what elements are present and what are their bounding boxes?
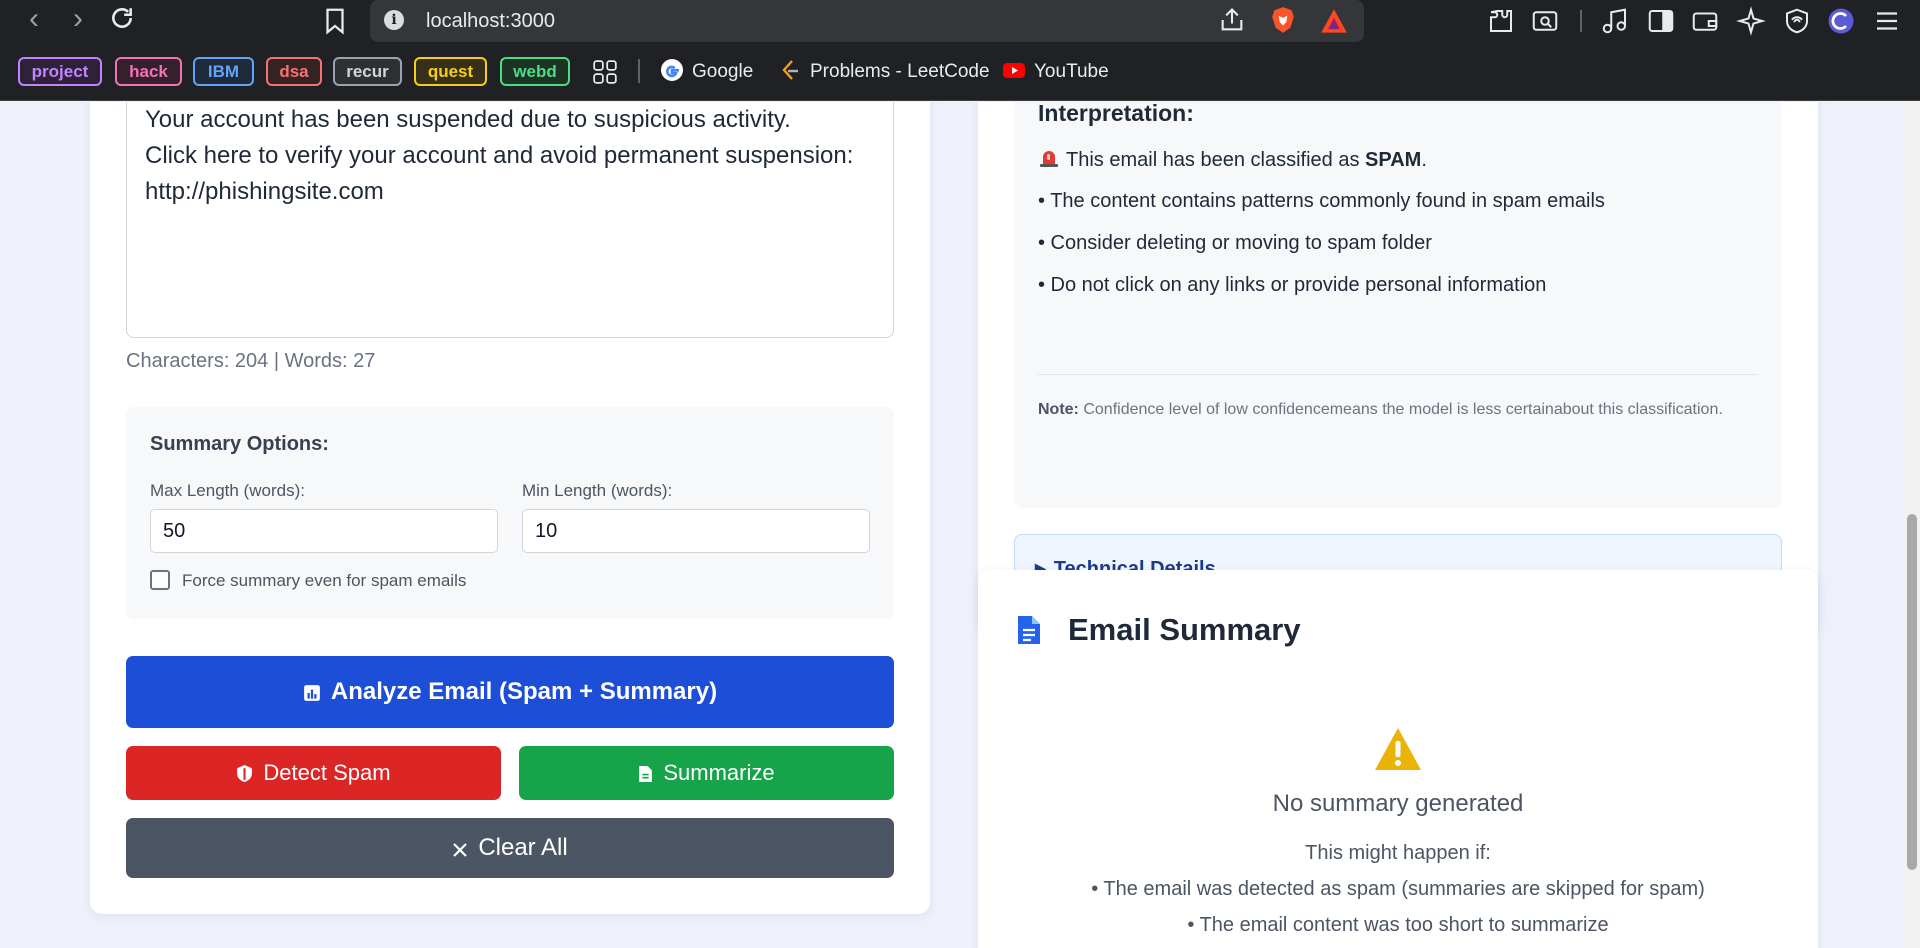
site-info-icon[interactable]: i	[384, 10, 404, 30]
forward-icon[interactable]: ›	[62, 4, 94, 36]
shield-icon	[236, 749, 253, 803]
document-icon	[1016, 614, 1042, 646]
summary-options-title: Summary Options:	[150, 433, 329, 455]
classification-suffix: .	[1421, 149, 1427, 171]
note-label: Note:	[1038, 401, 1079, 418]
share-icon[interactable]	[1218, 6, 1248, 36]
vpn-shield-icon[interactable]	[1782, 6, 1812, 36]
leetcode-icon	[778, 58, 802, 82]
scrollbar-thumb[interactable]	[1907, 514, 1917, 870]
email-summary-title: Email Summary	[1068, 612, 1301, 647]
summarize-label: Summarize	[663, 760, 775, 785]
confidence-note: Note: Confidence level of low confidence…	[1038, 398, 1738, 422]
toolbar-divider	[1580, 10, 1582, 32]
chart-icon	[303, 659, 321, 731]
interpretation-title: Interpretation:	[1038, 102, 1194, 126]
bookmarks-bar: project hack IBM dsa recur quest webd Go…	[0, 42, 1920, 101]
wallet-icon[interactable]	[1690, 6, 1720, 36]
siren-icon	[1038, 148, 1060, 174]
address-bar[interactable]: i localhost:3000	[370, 0, 1364, 42]
warning-icon	[1373, 726, 1423, 772]
profile-icon[interactable]	[1826, 6, 1856, 36]
page-content: Your account has been suspended due to s…	[0, 102, 1920, 948]
no-summary-reason: • The email was detected as spam (summar…	[1091, 878, 1705, 900]
menu-icon[interactable]	[1872, 6, 1902, 36]
no-summary-heading: No summary generated	[1272, 790, 1524, 817]
force-summary-checkbox[interactable]	[150, 570, 170, 590]
character-word-counter: Characters: 204 | Words: 27	[126, 350, 376, 372]
youtube-icon	[1002, 58, 1026, 82]
classification-value: SPAM	[1365, 149, 1422, 171]
detect-spam-label: Detect Spam	[263, 760, 391, 785]
url-text[interactable]: localhost:3000	[426, 10, 555, 33]
browser-toolbar: ‹ › i localhost:3000	[0, 0, 1920, 42]
no-summary-reason: • The email content was too short to sum…	[1187, 914, 1609, 936]
analyze-email-label: Analyze Email (Spam + Summary)	[330, 678, 718, 705]
bookmark-google[interactable]: Google	[660, 58, 753, 86]
email-line: Click here to verify your account and av…	[145, 142, 854, 169]
min-length-input[interactable]	[522, 509, 870, 553]
interpretation-bullet: • Do not click on any links or provide p…	[1038, 274, 1547, 296]
email-textarea[interactable]: Your account has been suspended due to s…	[126, 102, 894, 338]
bookmark-tag-hack[interactable]: hack	[115, 57, 182, 86]
analyze-email-button[interactable]: Analyze Email (Spam + Summary)	[126, 656, 894, 728]
google-icon	[660, 58, 684, 82]
email-line: http://phishingsite.com	[145, 178, 384, 205]
clear-all-label: Clear All	[478, 834, 568, 861]
bookmark-divider	[638, 59, 640, 83]
brave-rewards-icon[interactable]	[1320, 8, 1348, 34]
classification-prefix: This email has been classified as	[1066, 149, 1360, 171]
email-line: Your account has been suspended due to s…	[145, 106, 791, 133]
back-icon[interactable]: ‹	[18, 4, 50, 36]
page-scrollbar[interactable]	[1904, 102, 1920, 948]
bookmark-tag-project[interactable]: project	[18, 57, 102, 86]
email-input-card: Your account has been suspended due to s…	[90, 102, 930, 914]
interpretation-panel: Interpretation: This email has been clas…	[1014, 102, 1782, 508]
bookmark-leetcode[interactable]: Problems - LeetCode	[778, 58, 990, 86]
bookmark-tag-ibm[interactable]: IBM	[193, 57, 254, 86]
no-summary-intro: This might happen if:	[1305, 842, 1491, 864]
max-length-input[interactable]	[150, 509, 498, 553]
bookmark-google-label: Google	[692, 61, 754, 82]
search-tabs-icon[interactable]	[1530, 6, 1560, 36]
media-icon[interactable]	[1600, 6, 1630, 36]
close-icon	[452, 821, 468, 881]
classification-line: This email has been classified as SPAM.	[1038, 148, 1427, 174]
detect-spam-button[interactable]: Detect Spam	[126, 746, 501, 800]
min-length-label: Min Length (words):	[522, 481, 673, 500]
interpretation-bullet: • Consider deleting or moving to spam fo…	[1038, 232, 1432, 254]
spam-result-card: Interpretation: This email has been clas…	[978, 102, 1818, 634]
email-summary-card: Email Summary No summary generated This …	[978, 570, 1818, 948]
note-text: Confidence level of low confidencemeans …	[1083, 401, 1723, 418]
clear-all-button[interactable]: Clear All	[126, 818, 894, 878]
bookmark-page-icon[interactable]	[320, 6, 350, 36]
bookmark-tag-dsa[interactable]: dsa	[266, 57, 322, 86]
apps-grid-icon[interactable]	[592, 59, 618, 85]
summarize-button[interactable]: Summarize	[519, 746, 894, 800]
interpretation-bullet: • The content contains patterns commonly…	[1038, 190, 1605, 212]
max-length-label: Max Length (words):	[150, 481, 305, 500]
bookmark-tag-webd[interactable]: webd	[500, 57, 570, 86]
force-summary-label[interactable]: Force summary even for spam emails	[182, 571, 466, 591]
brave-shields-icon[interactable]	[1270, 6, 1298, 36]
leo-ai-icon[interactable]	[1736, 6, 1766, 36]
bookmark-tag-recur[interactable]: recur	[333, 57, 402, 86]
bookmark-youtube-label: YouTube	[1034, 61, 1109, 82]
bookmark-leetcode-label: Problems - LeetCode	[810, 61, 990, 82]
extensions-icon[interactable]	[1486, 6, 1516, 36]
reload-icon[interactable]	[106, 5, 138, 37]
document-icon	[638, 749, 653, 803]
sidebar-icon[interactable]	[1646, 6, 1676, 36]
divider	[1038, 374, 1758, 375]
bookmark-youtube[interactable]: YouTube	[1002, 58, 1109, 86]
bookmark-tag-quest[interactable]: quest	[414, 57, 487, 86]
summary-options-panel: Summary Options: Max Length (words): Min…	[126, 407, 894, 619]
